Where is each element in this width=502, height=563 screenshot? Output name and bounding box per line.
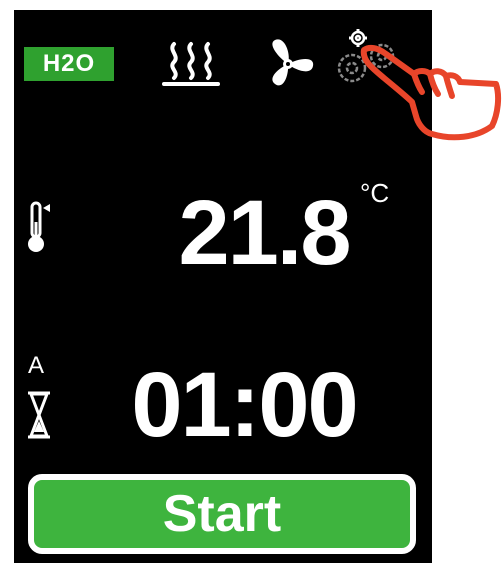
hourglass-icon	[26, 390, 52, 440]
timer-mode-label: A	[28, 352, 45, 379]
gear-icon[interactable]	[328, 28, 408, 98]
start-button[interactable]: Start	[28, 474, 416, 554]
fan-icon[interactable]	[259, 36, 317, 92]
timer-value[interactable]: 01:00	[94, 350, 394, 460]
start-button-label: Start	[162, 485, 282, 543]
thermometer-icon	[26, 200, 52, 256]
steam-heat-icon[interactable]	[160, 38, 222, 88]
temperature-unit: °C	[360, 178, 390, 208]
h2o-label: H2O	[42, 50, 96, 77]
device-screen: H2O 21.8 °C A 01:00 Start	[14, 10, 432, 563]
temperature-value[interactable]: 21.8	[144, 178, 384, 288]
h2o-button[interactable]: H2O	[24, 47, 114, 81]
